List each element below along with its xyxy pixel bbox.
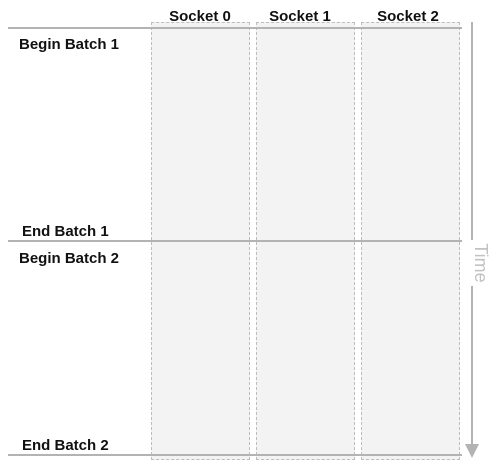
time-axis-label: Time xyxy=(470,240,492,286)
begin-batch-2-label: Begin Batch 2 xyxy=(19,250,120,267)
end-batch-2-label: End Batch 2 xyxy=(22,437,109,454)
begin-batch-1-label: Begin Batch 1 xyxy=(19,36,120,53)
batch-1-begin-line xyxy=(8,27,462,29)
end-batch-1-label: End Batch 1 xyxy=(22,223,109,240)
